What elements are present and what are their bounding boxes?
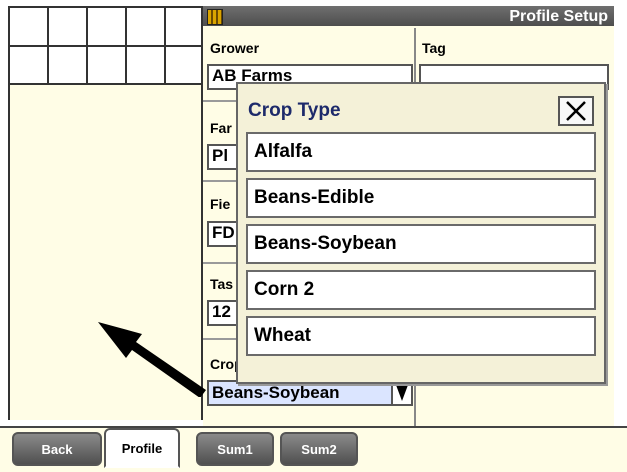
page-title: Profile Setup: [509, 8, 608, 25]
grid-cell[interactable]: [88, 47, 127, 85]
grid-cell[interactable]: [49, 47, 88, 85]
option-alfalfa[interactable]: Alfalfa: [246, 132, 596, 172]
tag-label: Tag: [422, 40, 446, 56]
tab-sum1[interactable]: Sum1: [196, 432, 274, 466]
option-wheat[interactable]: Wheat: [246, 316, 596, 356]
close-icon: [566, 101, 586, 121]
grid-flag-icon: [207, 9, 223, 25]
tab-profile[interactable]: Profile: [104, 428, 180, 468]
grid-cell[interactable]: [49, 8, 88, 47]
option-beans-soybean[interactable]: Beans-Soybean: [246, 224, 596, 264]
popup-title: Crop Type: [248, 100, 341, 121]
tab-sum2[interactable]: Sum2: [280, 432, 358, 466]
crop-type-value: Beans-Soybean: [212, 383, 340, 402]
dropdown-button[interactable]: [391, 382, 411, 404]
triangle-down-icon: [396, 385, 408, 401]
farm-label: Far: [210, 120, 232, 136]
close-button[interactable]: [558, 96, 594, 126]
grid-cell[interactable]: [127, 8, 166, 47]
task-label: Tas: [210, 276, 234, 292]
option-beans-edible[interactable]: Beans-Edible: [246, 178, 596, 218]
title-bar: Profile Setup: [203, 6, 614, 28]
option-corn-2[interactable]: Corn 2: [246, 270, 596, 310]
left-grid: [8, 6, 203, 85]
grid-cell[interactable]: [127, 47, 166, 85]
grower-label: Grower: [210, 40, 260, 56]
grid-cell[interactable]: [166, 47, 203, 85]
grid-cell[interactable]: [166, 8, 203, 47]
grid-cell[interactable]: [88, 8, 127, 47]
tab-back[interactable]: Back: [12, 432, 102, 466]
grid-cell[interactable]: [10, 8, 49, 47]
grid-cell[interactable]: [10, 47, 49, 85]
field-label: Fie: [210, 196, 231, 212]
pointer-arrow: [98, 322, 206, 397]
crop-type-popup: Crop Type Alfalfa Beans-Edible Beans-Soy…: [236, 82, 606, 384]
